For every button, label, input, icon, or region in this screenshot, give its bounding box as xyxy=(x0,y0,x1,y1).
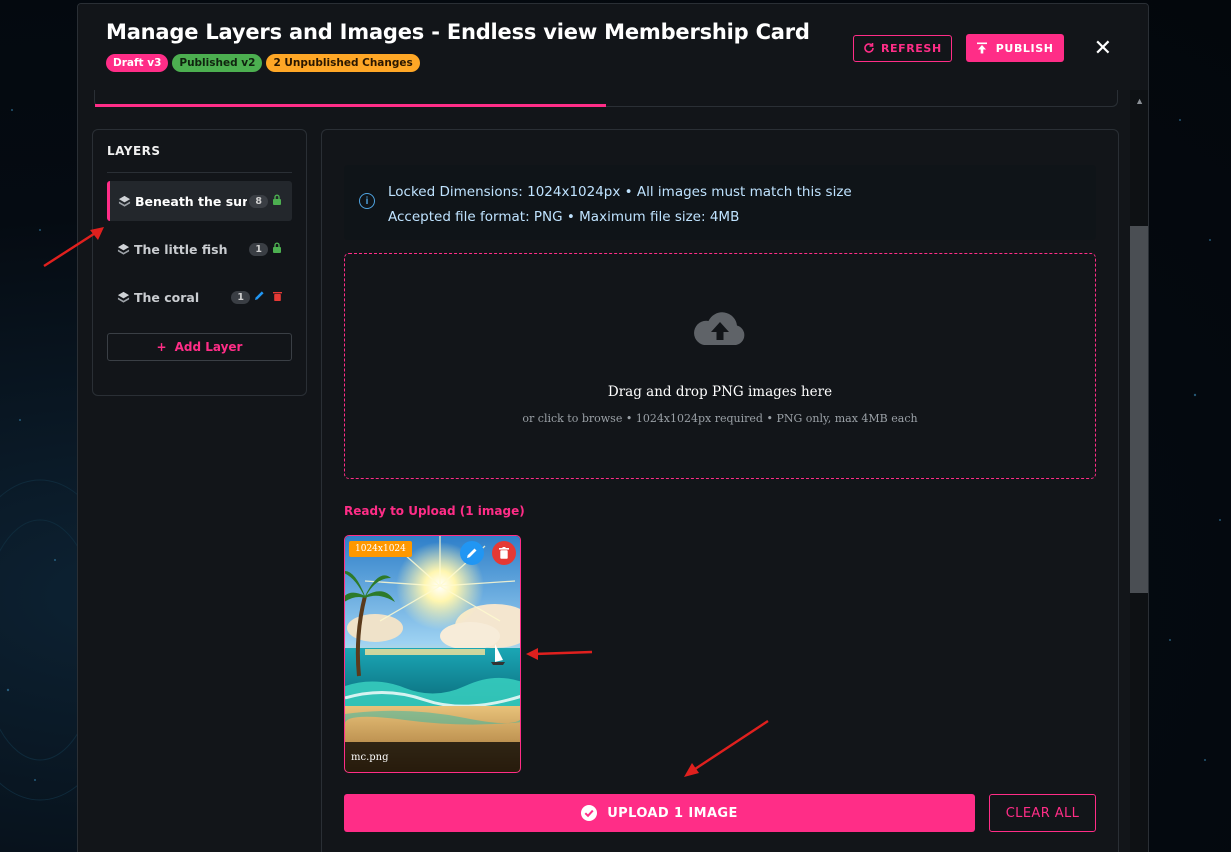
scrollbar-thumb[interactable] xyxy=(1130,226,1148,593)
lock-icon xyxy=(272,242,282,256)
cloud-upload-icon xyxy=(694,312,745,345)
refresh-label: REFRESH xyxy=(880,41,942,55)
beach-thumbnail-image xyxy=(345,536,520,772)
layer-item-the-coral[interactable]: The coral 1 xyxy=(107,277,292,317)
layer-item-the-little-fish[interactable]: The little fish 1 xyxy=(107,229,292,269)
layer-name: Beneath the sur… xyxy=(135,193,247,209)
plus-icon: + xyxy=(156,340,167,354)
header-actions: REFRESH PUBLISH ✕ xyxy=(852,34,1112,62)
layers-icon xyxy=(117,243,130,255)
active-tab-indicator xyxy=(95,104,606,107)
info-icon: i xyxy=(359,193,375,209)
dropzone-subtitle: or click to browse • 1024x1024px require… xyxy=(522,412,918,425)
upload-requirements-info: i Locked Dimensions: 1024x1024px • All i… xyxy=(344,165,1096,240)
check-circle-icon xyxy=(581,805,598,821)
add-layer-label: Add Layer xyxy=(174,340,243,354)
scroll-up-icon[interactable]: ▲ xyxy=(1135,96,1144,106)
lock-icon xyxy=(272,194,282,208)
layer-name: The coral xyxy=(134,289,200,305)
delete-image-icon[interactable] xyxy=(492,541,516,565)
layer-name: The little fish xyxy=(134,241,228,257)
thumbnail-filename: mc.png xyxy=(345,742,520,772)
dialog-header: Manage Layers and Images - Endless view … xyxy=(78,4,1148,90)
unpublished-changes-badge: 2 Unpublished Changes xyxy=(266,54,420,72)
publish-icon xyxy=(976,42,987,54)
dimension-badge: 1024x1024 xyxy=(349,541,412,557)
locked-dimensions-text: Locked Dimensions: 1024x1024px • All ima… xyxy=(388,184,852,200)
image-dropzone[interactable]: Drag and drop PNG images here or click t… xyxy=(344,253,1096,479)
upload-label: UPLOAD 1 IMAGE xyxy=(607,805,738,821)
refresh-icon xyxy=(864,43,874,53)
clear-all-button[interactable]: CLEAR ALL xyxy=(989,794,1096,832)
refresh-button[interactable]: REFRESH xyxy=(852,34,952,62)
layer-image-count: 1 xyxy=(249,242,268,256)
image-thumbnail-card[interactable]: 1024x1024 mc.png xyxy=(344,535,521,773)
close-icon[interactable]: ✕ xyxy=(1094,37,1112,59)
manage-layers-dialog: Manage Layers and Images - Endless view … xyxy=(77,3,1149,852)
upload-panel: i Locked Dimensions: 1024x1024px • All i… xyxy=(321,129,1119,852)
info-text: Locked Dimensions: 1024x1024px • All ima… xyxy=(388,180,852,230)
tab-bar xyxy=(94,90,1118,107)
edit-image-icon[interactable] xyxy=(460,541,484,565)
layers-icon xyxy=(118,195,131,207)
published-badge: Published v2 xyxy=(172,54,263,72)
layers-icon xyxy=(117,291,130,303)
layer-image-count: 8 xyxy=(249,194,268,208)
draft-badge: Draft v3 xyxy=(106,54,169,72)
edit-layer-icon[interactable] xyxy=(254,290,265,304)
upload-images-button[interactable]: UPLOAD 1 IMAGE xyxy=(344,794,975,832)
delete-layer-icon[interactable] xyxy=(273,291,282,304)
layers-panel: LAYERS Beneath the sur… 8 The little fis… xyxy=(92,129,307,396)
layers-heading: LAYERS xyxy=(107,144,292,173)
layer-image-count: 1 xyxy=(231,290,250,304)
dropzone-title: Drag and drop PNG images here xyxy=(607,384,833,400)
publish-label: PUBLISH xyxy=(995,41,1054,55)
ready-to-upload-label: Ready to Upload (1 image) xyxy=(344,504,525,518)
publish-button[interactable]: PUBLISH xyxy=(965,34,1064,62)
add-layer-button[interactable]: + Add Layer xyxy=(107,333,292,361)
layer-item-beneath-the-surface[interactable]: Beneath the sur… 8 xyxy=(107,181,292,221)
accepted-format-text: Accepted file format: PNG • Maximum file… xyxy=(388,209,740,225)
